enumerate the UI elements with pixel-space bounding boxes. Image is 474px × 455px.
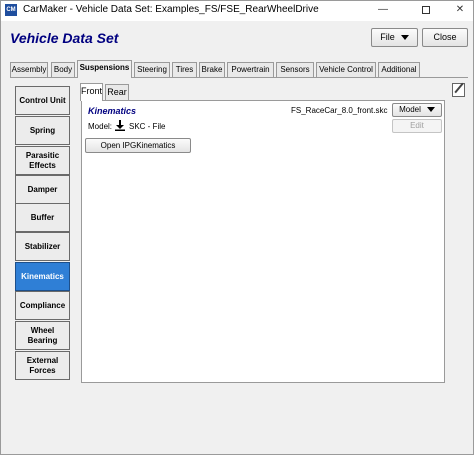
kinematics-title: Kinematics (88, 106, 137, 116)
side-item-kinematics[interactable]: Kinematics (15, 262, 70, 291)
window-title: CarMaker - Vehicle Data Set: Examples_FS… (23, 4, 319, 15)
notes-pencil-icon[interactable] (452, 83, 465, 97)
tab-brake[interactable]: Brake (199, 62, 225, 77)
window-close-button[interactable]: ✕ (447, 1, 473, 21)
file-menu-button[interactable]: File (371, 28, 418, 47)
carmaker-app-icon: CM (5, 4, 17, 16)
tab-powertrain[interactable]: Powertrain (227, 62, 274, 77)
minimize-button[interactable]: — (370, 1, 396, 21)
tab-additional[interactable]: Additional (378, 62, 420, 77)
page-title: Vehicle Data Set (10, 30, 119, 46)
model-value: SKC - File (129, 122, 166, 131)
file-button-label: File (380, 32, 395, 42)
maximize-icon (422, 6, 430, 14)
title-bar[interactable]: CM CarMaker - Vehicle Data Set: Examples… (1, 1, 473, 21)
tab-sensors[interactable]: Sensors (276, 62, 314, 77)
side-item-buffer[interactable]: Buffer (15, 203, 70, 232)
vehicle-data-set-window: CM CarMaker - Vehicle Data Set: Examples… (0, 0, 474, 455)
side-item-spring[interactable]: Spring (15, 116, 70, 145)
chevron-down-icon (400, 35, 409, 41)
side-item-compliance[interactable]: Compliance (15, 291, 70, 320)
close-button[interactable]: Close (422, 28, 468, 47)
tab-front[interactable]: Front (80, 83, 103, 101)
side-item-wheel-bearing[interactable]: Wheel Bearing (15, 321, 70, 350)
tab-steering[interactable]: Steering (134, 62, 170, 77)
maximize-button[interactable] (413, 1, 439, 21)
side-item-stabilizer[interactable]: Stabilizer (15, 232, 70, 261)
side-item-external-forces[interactable]: External Forces (15, 351, 70, 380)
model-dropdown-label: Model (399, 105, 421, 114)
download-icon[interactable] (115, 120, 125, 131)
model-label: Model: (88, 122, 113, 131)
kinematics-file-name: FS_RaceCar_8.0_front.skc (291, 106, 388, 115)
tab-tires[interactable]: Tires (172, 62, 197, 77)
side-item-damper[interactable]: Damper (15, 175, 70, 204)
tab-body[interactable]: Body (51, 62, 75, 77)
edit-button[interactable]: Edit (392, 119, 442, 133)
chevron-down-icon (426, 107, 435, 113)
side-item-control-unit[interactable]: Control Unit (15, 86, 70, 115)
tab-rear[interactable]: Rear (105, 84, 129, 100)
tab-assembly[interactable]: Assembly (10, 62, 48, 77)
tab-vehicle-control[interactable]: Vehicle Control (316, 62, 376, 77)
model-dropdown[interactable]: Model (392, 103, 442, 117)
tab-suspensions[interactable]: Suspensions (77, 60, 132, 78)
open-ipgkinematics-button[interactable]: Open IPGKinematics (85, 138, 191, 153)
side-item-parasitic-effects[interactable]: Parasitic Effects (15, 146, 70, 175)
